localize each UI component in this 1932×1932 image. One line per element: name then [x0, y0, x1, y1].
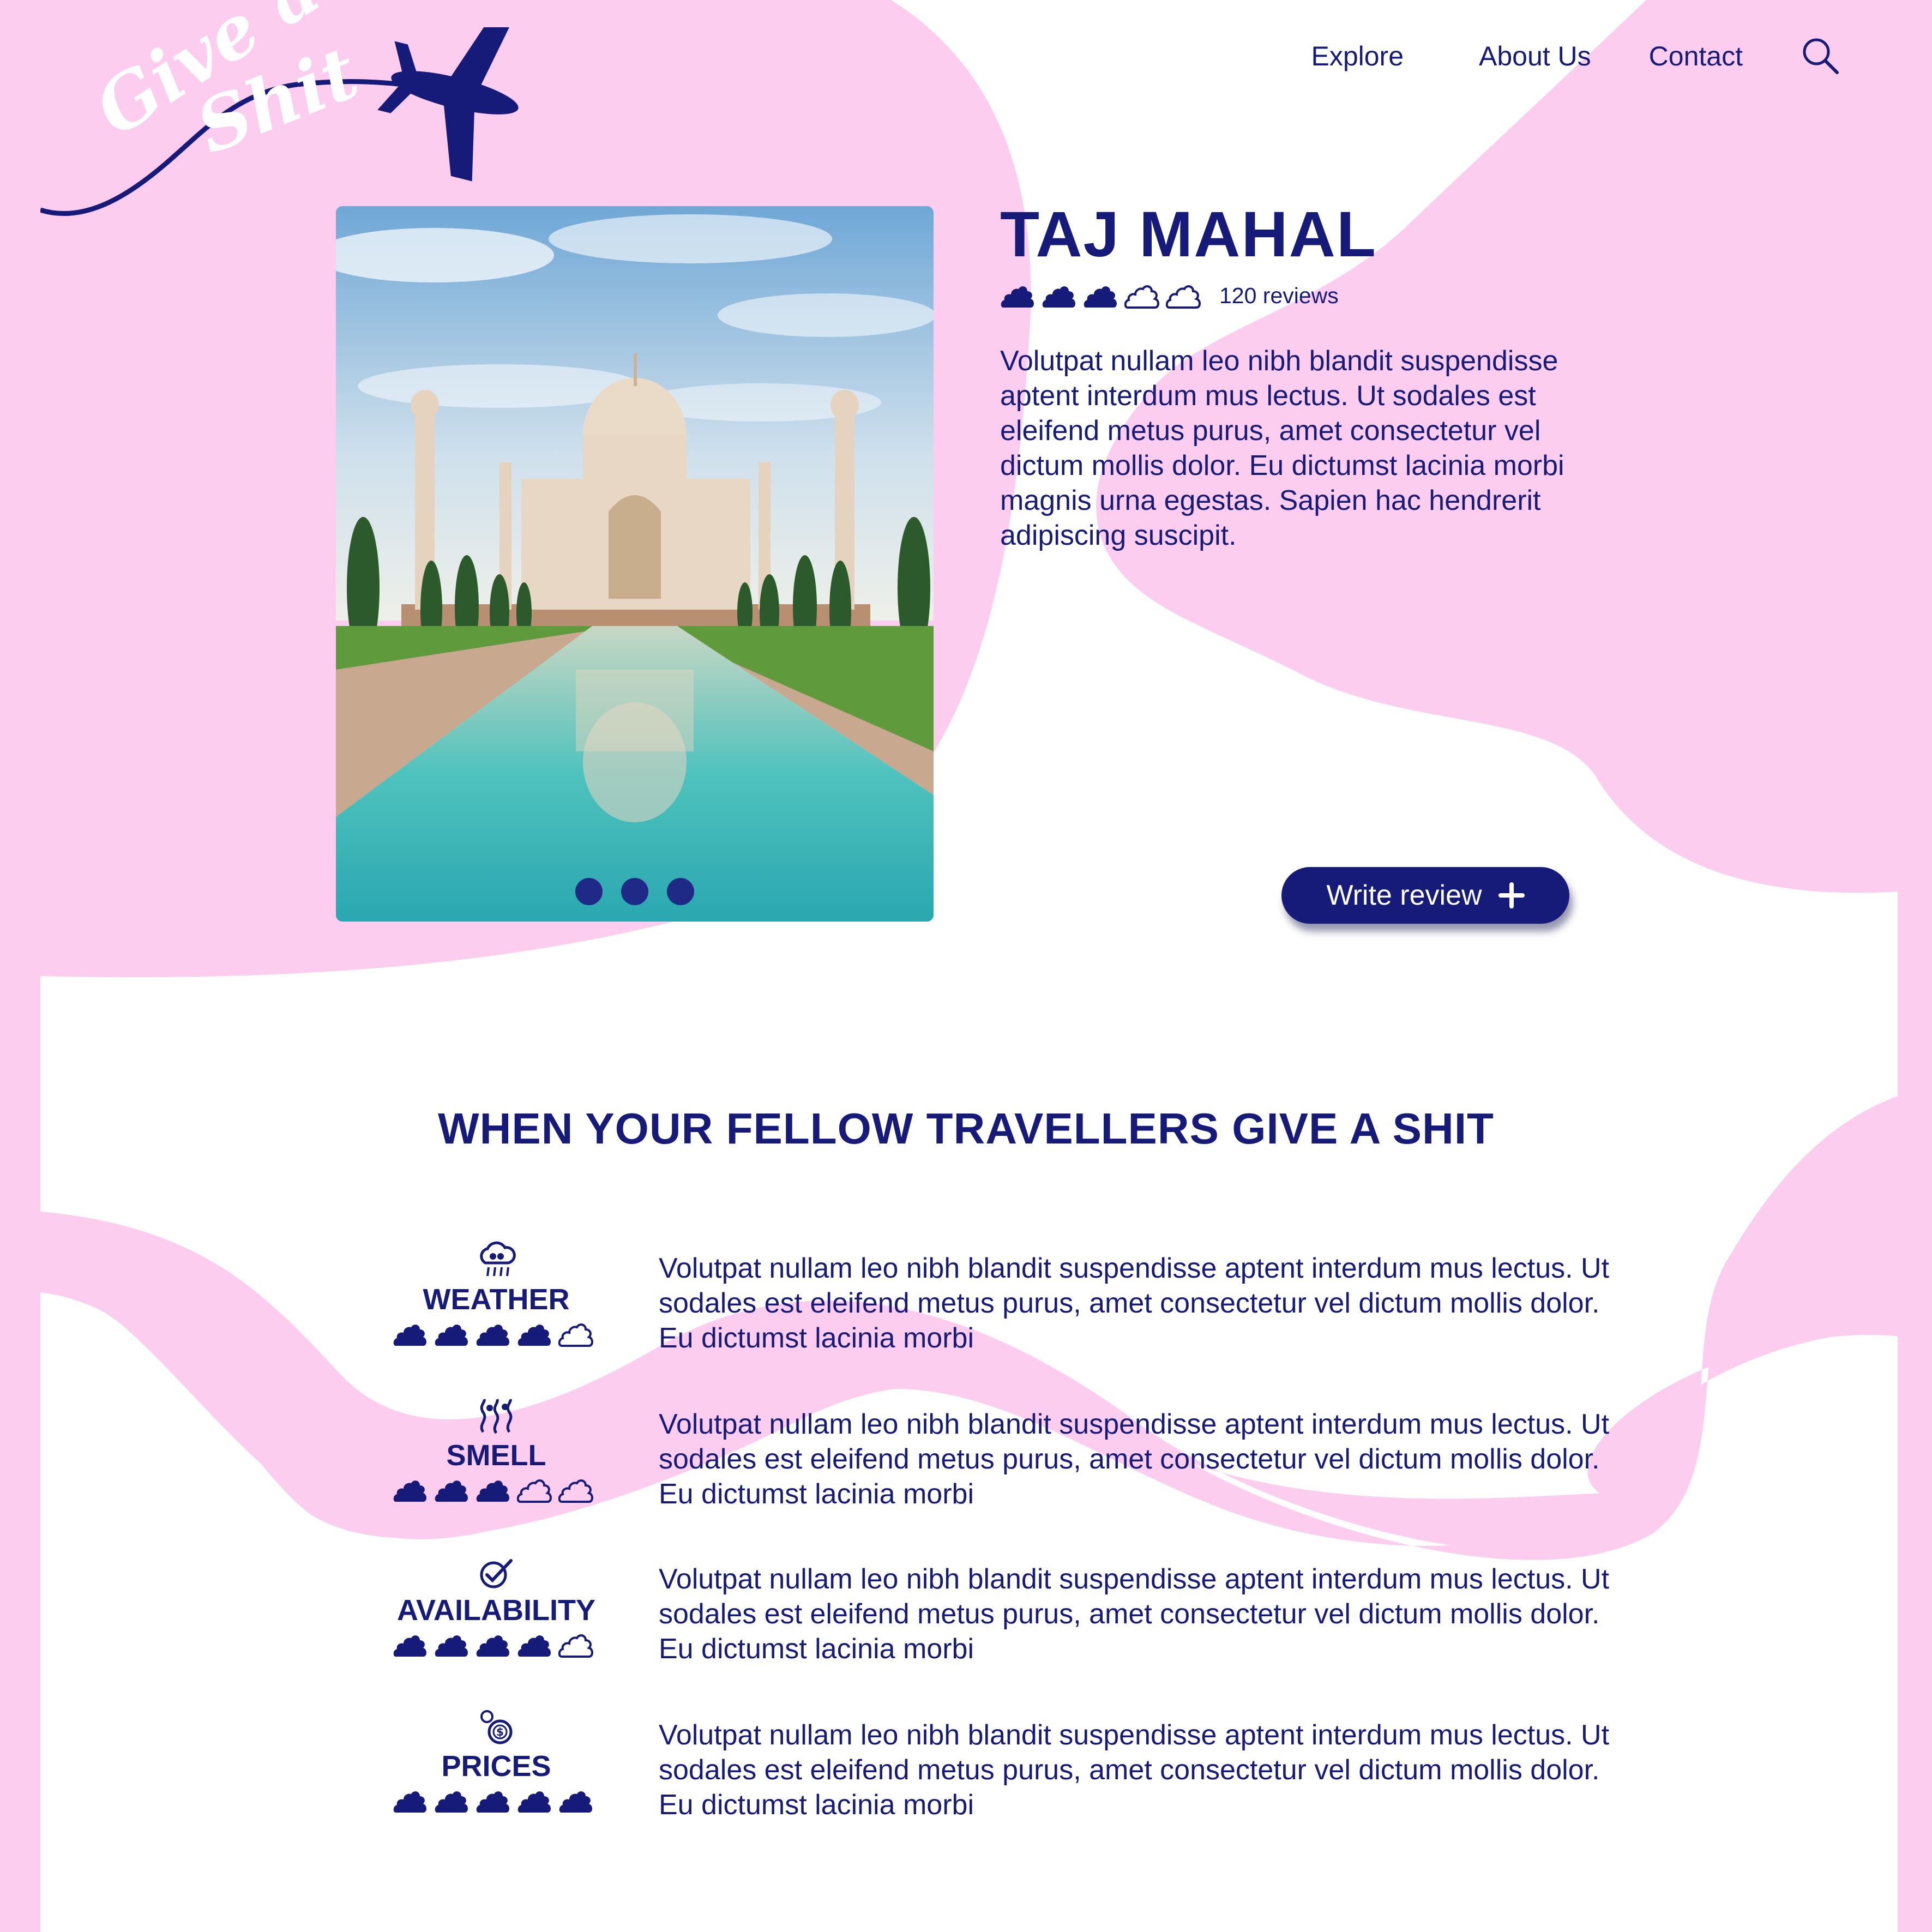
rating-cloud-empty-icon: [558, 1634, 593, 1658]
criterion-rating: [382, 1476, 611, 1504]
criterion-rating: [382, 1630, 611, 1659]
section-title: WHEN YOUR FELLOW TRAVELLERS GIVE A SHIT: [438, 1104, 1494, 1153]
rating-cloud-filled-icon: [393, 1635, 426, 1657]
rating-cloud-filled-icon: [1084, 286, 1117, 308]
criterion-summary: WEATHER: [382, 1240, 611, 1348]
write-review-button[interactable]: Write review: [1281, 867, 1569, 924]
rating-cloud-filled-icon: [476, 1480, 509, 1502]
criterion-label: SMELL: [446, 1439, 546, 1472]
rating-cloud-filled-icon: [393, 1480, 426, 1502]
criterion-text: Volutpat nullam leo nibh blandit suspend…: [659, 1563, 1610, 1665]
rating-cloud-empty-icon: [517, 1479, 552, 1503]
rating-cloud-filled-icon: [476, 1791, 509, 1813]
criterion-prices: $ PRICES Volutpat nullam leo nibh blandi…: [0, 1707, 1932, 1838]
taj-mahal-photo: [336, 206, 934, 922]
rating-cloud-filled-icon: [435, 1325, 468, 1346]
criterion-label: PRICES: [441, 1750, 551, 1783]
page-title: TAJ MAHAL: [1000, 198, 1377, 270]
rating-cloud-empty-icon: [558, 1479, 593, 1503]
overall-rating: 120 reviews: [1000, 281, 1339, 310]
rating-cloud-filled-icon: [476, 1325, 509, 1346]
nav-contact[interactable]: Contact: [1649, 40, 1743, 72]
rain-cloud-icon: [382, 1240, 611, 1279]
criterion-summary: $ PRICES: [382, 1707, 611, 1815]
rating-cloud-empty-icon: [1166, 285, 1201, 309]
criterion-weather: WEATHER Volutpat nullam leo nibh blandit…: [0, 1240, 1932, 1371]
criterion-text: Volutpat nullam leo nibh blandit suspend…: [659, 1253, 1610, 1354]
rating-cloud-filled-icon: [435, 1635, 468, 1657]
rating-cloud-filled-icon: [1042, 286, 1075, 308]
criterion-rating: [382, 1786, 611, 1815]
rating-cloud-empty-icon: [1124, 285, 1159, 309]
reviews-count[interactable]: 120 reviews: [1219, 283, 1339, 309]
rating-cloud-empty-icon: [558, 1323, 593, 1347]
rating-cloud-filled-icon: [393, 1325, 426, 1346]
write-review-label: Write review: [1326, 880, 1482, 911]
criterion-rating: [382, 1320, 611, 1348]
criterion-label: AVAILABILITY: [397, 1594, 595, 1627]
rating-cloud-filled-icon: [559, 1791, 592, 1813]
airplane-icon: [377, 27, 519, 182]
nav-about-us[interactable]: About Us: [1479, 40, 1591, 72]
criterion-smell: SMELL Volutpat nullam leo nibh blandit s…: [0, 1396, 1932, 1527]
rating-clouds: [1000, 281, 1207, 310]
rating-cloud-filled-icon: [476, 1635, 509, 1657]
rating-cloud-filled-icon: [435, 1480, 468, 1502]
carousel-dot-1[interactable]: [575, 878, 603, 905]
svg-text:$: $: [496, 1725, 504, 1738]
rating-cloud-filled-icon: [517, 1325, 551, 1346]
coins-icon: $: [382, 1707, 611, 1746]
plus-icon: [1498, 882, 1525, 908]
rating-cloud-filled-icon: [1001, 286, 1034, 308]
rating-cloud-filled-icon: [517, 1635, 551, 1657]
criterion-text: Volutpat nullam leo nibh blandit suspend…: [659, 1719, 1610, 1821]
criterion-summary: AVAILABILITY: [382, 1551, 611, 1659]
search-icon: [1803, 38, 1839, 74]
criterion-availability: AVAILABILITY Volutpat nullam leo nibh bl…: [0, 1551, 1932, 1682]
place-description: Volutpat nullam leo nibh blandit suspend…: [1000, 345, 1564, 551]
smell-icon: [382, 1396, 611, 1435]
carousel-dot-2[interactable]: [621, 878, 648, 905]
carousel-dots: [336, 878, 934, 905]
hero-image[interactable]: [336, 206, 934, 922]
search-button[interactable]: [1801, 36, 1841, 76]
check-circle-icon: [382, 1551, 611, 1590]
criterion-text: Volutpat nullam leo nibh blandit suspend…: [659, 1409, 1610, 1510]
criterion-label: WEATHER: [423, 1283, 570, 1316]
nav-explore[interactable]: Explore: [1311, 40, 1404, 72]
rating-cloud-filled-icon: [517, 1791, 551, 1813]
carousel-dot-3[interactable]: [667, 878, 694, 905]
criterion-summary: SMELL: [382, 1396, 611, 1504]
rating-cloud-filled-icon: [393, 1791, 426, 1813]
top-nav: Explore About Us Contact: [1311, 36, 1841, 76]
rating-cloud-filled-icon: [435, 1791, 468, 1813]
logo[interactable]: Give a Shit: [40, 0, 520, 224]
